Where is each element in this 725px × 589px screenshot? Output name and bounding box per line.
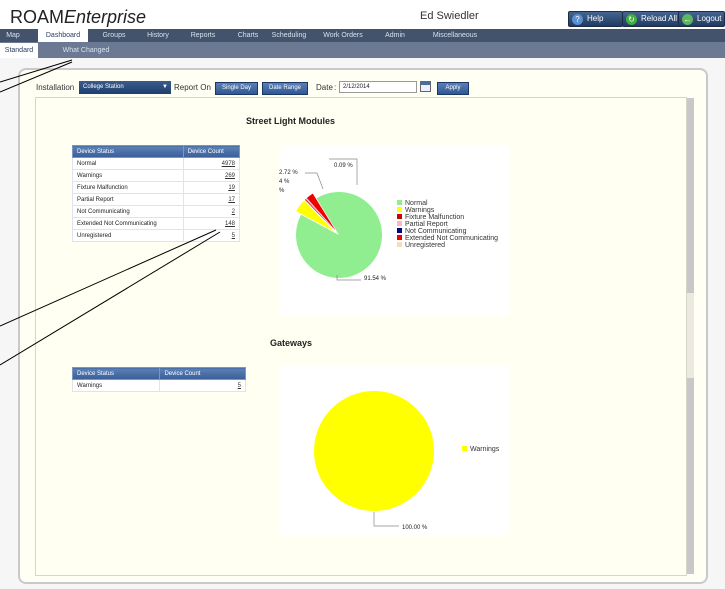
annotation-lines <box>0 59 221 366</box>
